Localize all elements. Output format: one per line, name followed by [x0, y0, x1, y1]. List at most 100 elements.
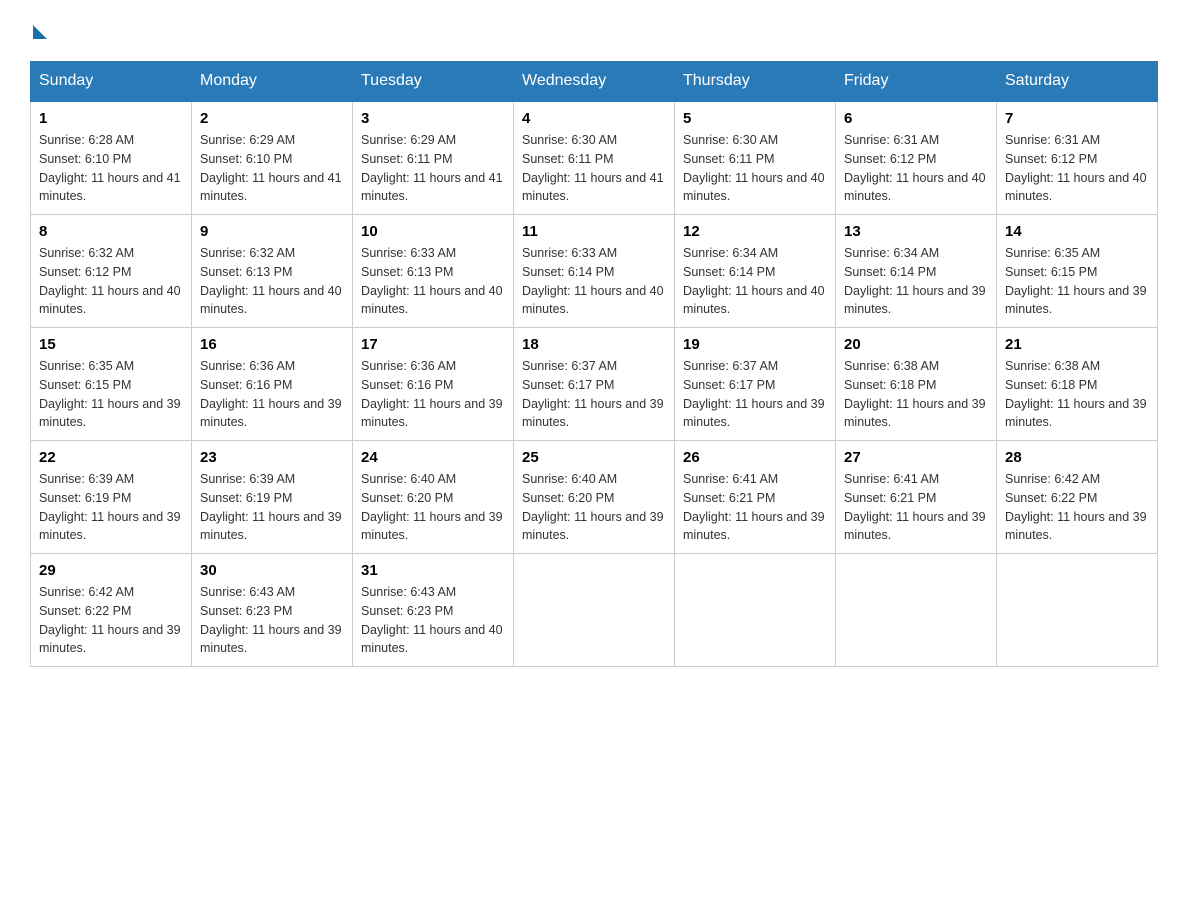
day-number: 23: [200, 449, 344, 466]
day-number: 27: [844, 449, 988, 466]
header-wednesday: Wednesday: [514, 62, 675, 102]
calendar-cell: 18 Sunrise: 6:37 AMSunset: 6:17 PMDaylig…: [514, 328, 675, 441]
day-info: Sunrise: 6:36 AMSunset: 6:16 PMDaylight:…: [200, 359, 342, 429]
day-number: 16: [200, 336, 344, 353]
day-info: Sunrise: 6:38 AMSunset: 6:18 PMDaylight:…: [844, 359, 986, 429]
calendar-cell: 15 Sunrise: 6:35 AMSunset: 6:15 PMDaylig…: [31, 328, 192, 441]
day-info: Sunrise: 6:29 AMSunset: 6:11 PMDaylight:…: [361, 133, 503, 203]
calendar-cell: [836, 554, 997, 667]
calendar-cell: 24 Sunrise: 6:40 AMSunset: 6:20 PMDaylig…: [353, 441, 514, 554]
calendar-week-5: 29 Sunrise: 6:42 AMSunset: 6:22 PMDaylig…: [31, 554, 1158, 667]
calendar-week-3: 15 Sunrise: 6:35 AMSunset: 6:15 PMDaylig…: [31, 328, 1158, 441]
calendar-cell: 12 Sunrise: 6:34 AMSunset: 6:14 PMDaylig…: [675, 215, 836, 328]
day-info: Sunrise: 6:33 AMSunset: 6:14 PMDaylight:…: [522, 246, 664, 316]
day-info: Sunrise: 6:33 AMSunset: 6:13 PMDaylight:…: [361, 246, 503, 316]
header-thursday: Thursday: [675, 62, 836, 102]
calendar-cell: 1 Sunrise: 6:28 AMSunset: 6:10 PMDayligh…: [31, 101, 192, 215]
day-number: 6: [844, 110, 988, 127]
day-info: Sunrise: 6:43 AMSunset: 6:23 PMDaylight:…: [200, 585, 342, 655]
header-tuesday: Tuesday: [353, 62, 514, 102]
header-friday: Friday: [836, 62, 997, 102]
day-number: 25: [522, 449, 666, 466]
day-number: 3: [361, 110, 505, 127]
calendar-cell: 4 Sunrise: 6:30 AMSunset: 6:11 PMDayligh…: [514, 101, 675, 215]
day-info: Sunrise: 6:43 AMSunset: 6:23 PMDaylight:…: [361, 585, 503, 655]
day-number: 9: [200, 223, 344, 240]
day-number: 29: [39, 562, 183, 579]
day-number: 2: [200, 110, 344, 127]
day-number: 17: [361, 336, 505, 353]
calendar-cell: 17 Sunrise: 6:36 AMSunset: 6:16 PMDaylig…: [353, 328, 514, 441]
day-info: Sunrise: 6:30 AMSunset: 6:11 PMDaylight:…: [683, 133, 825, 203]
day-info: Sunrise: 6:39 AMSunset: 6:19 PMDaylight:…: [39, 472, 181, 542]
logo: [30, 20, 47, 41]
day-number: 11: [522, 223, 666, 240]
day-info: Sunrise: 6:39 AMSunset: 6:19 PMDaylight:…: [200, 472, 342, 542]
calendar-cell: 30 Sunrise: 6:43 AMSunset: 6:23 PMDaylig…: [192, 554, 353, 667]
calendar-cell: 14 Sunrise: 6:35 AMSunset: 6:15 PMDaylig…: [997, 215, 1158, 328]
day-number: 22: [39, 449, 183, 466]
calendar-cell: 6 Sunrise: 6:31 AMSunset: 6:12 PMDayligh…: [836, 101, 997, 215]
header-sunday: Sunday: [31, 62, 192, 102]
calendar-cell: 22 Sunrise: 6:39 AMSunset: 6:19 PMDaylig…: [31, 441, 192, 554]
calendar-cell: 27 Sunrise: 6:41 AMSunset: 6:21 PMDaylig…: [836, 441, 997, 554]
calendar-cell: 3 Sunrise: 6:29 AMSunset: 6:11 PMDayligh…: [353, 101, 514, 215]
calendar-cell: 13 Sunrise: 6:34 AMSunset: 6:14 PMDaylig…: [836, 215, 997, 328]
day-info: Sunrise: 6:28 AMSunset: 6:10 PMDaylight:…: [39, 133, 181, 203]
page-header: [30, 20, 1158, 41]
calendar-cell: 9 Sunrise: 6:32 AMSunset: 6:13 PMDayligh…: [192, 215, 353, 328]
day-info: Sunrise: 6:30 AMSunset: 6:11 PMDaylight:…: [522, 133, 664, 203]
day-info: Sunrise: 6:40 AMSunset: 6:20 PMDaylight:…: [361, 472, 503, 542]
header-saturday: Saturday: [997, 62, 1158, 102]
calendar-cell: 11 Sunrise: 6:33 AMSunset: 6:14 PMDaylig…: [514, 215, 675, 328]
calendar-week-4: 22 Sunrise: 6:39 AMSunset: 6:19 PMDaylig…: [31, 441, 1158, 554]
calendar-cell: 2 Sunrise: 6:29 AMSunset: 6:10 PMDayligh…: [192, 101, 353, 215]
day-info: Sunrise: 6:34 AMSunset: 6:14 PMDaylight:…: [844, 246, 986, 316]
day-number: 1: [39, 110, 183, 127]
day-info: Sunrise: 6:41 AMSunset: 6:21 PMDaylight:…: [844, 472, 986, 542]
calendar-cell: 20 Sunrise: 6:38 AMSunset: 6:18 PMDaylig…: [836, 328, 997, 441]
calendar-cell: 7 Sunrise: 6:31 AMSunset: 6:12 PMDayligh…: [997, 101, 1158, 215]
day-number: 18: [522, 336, 666, 353]
day-number: 24: [361, 449, 505, 466]
day-info: Sunrise: 6:35 AMSunset: 6:15 PMDaylight:…: [39, 359, 181, 429]
calendar-cell: 8 Sunrise: 6:32 AMSunset: 6:12 PMDayligh…: [31, 215, 192, 328]
calendar-cell: 16 Sunrise: 6:36 AMSunset: 6:16 PMDaylig…: [192, 328, 353, 441]
calendar-cell: 29 Sunrise: 6:42 AMSunset: 6:22 PMDaylig…: [31, 554, 192, 667]
calendar-cell: 10 Sunrise: 6:33 AMSunset: 6:13 PMDaylig…: [353, 215, 514, 328]
calendar-cell: [514, 554, 675, 667]
calendar-cell: [997, 554, 1158, 667]
day-number: 14: [1005, 223, 1149, 240]
day-number: 12: [683, 223, 827, 240]
day-info: Sunrise: 6:34 AMSunset: 6:14 PMDaylight:…: [683, 246, 825, 316]
day-info: Sunrise: 6:31 AMSunset: 6:12 PMDaylight:…: [1005, 133, 1147, 203]
day-number: 15: [39, 336, 183, 353]
day-info: Sunrise: 6:38 AMSunset: 6:18 PMDaylight:…: [1005, 359, 1147, 429]
day-info: Sunrise: 6:29 AMSunset: 6:10 PMDaylight:…: [200, 133, 342, 203]
day-info: Sunrise: 6:36 AMSunset: 6:16 PMDaylight:…: [361, 359, 503, 429]
day-number: 7: [1005, 110, 1149, 127]
calendar-body: 1 Sunrise: 6:28 AMSunset: 6:10 PMDayligh…: [31, 101, 1158, 667]
day-number: 19: [683, 336, 827, 353]
calendar-week-2: 8 Sunrise: 6:32 AMSunset: 6:12 PMDayligh…: [31, 215, 1158, 328]
calendar-cell: 19 Sunrise: 6:37 AMSunset: 6:17 PMDaylig…: [675, 328, 836, 441]
day-number: 26: [683, 449, 827, 466]
day-info: Sunrise: 6:42 AMSunset: 6:22 PMDaylight:…: [1005, 472, 1147, 542]
day-info: Sunrise: 6:31 AMSunset: 6:12 PMDaylight:…: [844, 133, 986, 203]
day-number: 13: [844, 223, 988, 240]
day-info: Sunrise: 6:42 AMSunset: 6:22 PMDaylight:…: [39, 585, 181, 655]
calendar-cell: 31 Sunrise: 6:43 AMSunset: 6:23 PMDaylig…: [353, 554, 514, 667]
day-info: Sunrise: 6:32 AMSunset: 6:12 PMDaylight:…: [39, 246, 181, 316]
day-number: 4: [522, 110, 666, 127]
calendar-cell: [675, 554, 836, 667]
calendar-cell: 25 Sunrise: 6:40 AMSunset: 6:20 PMDaylig…: [514, 441, 675, 554]
day-number: 30: [200, 562, 344, 579]
day-number: 8: [39, 223, 183, 240]
day-info: Sunrise: 6:32 AMSunset: 6:13 PMDaylight:…: [200, 246, 342, 316]
calendar-cell: 21 Sunrise: 6:38 AMSunset: 6:18 PMDaylig…: [997, 328, 1158, 441]
day-number: 10: [361, 223, 505, 240]
day-info: Sunrise: 6:37 AMSunset: 6:17 PMDaylight:…: [522, 359, 664, 429]
day-number: 28: [1005, 449, 1149, 466]
day-info: Sunrise: 6:41 AMSunset: 6:21 PMDaylight:…: [683, 472, 825, 542]
calendar-cell: 28 Sunrise: 6:42 AMSunset: 6:22 PMDaylig…: [997, 441, 1158, 554]
